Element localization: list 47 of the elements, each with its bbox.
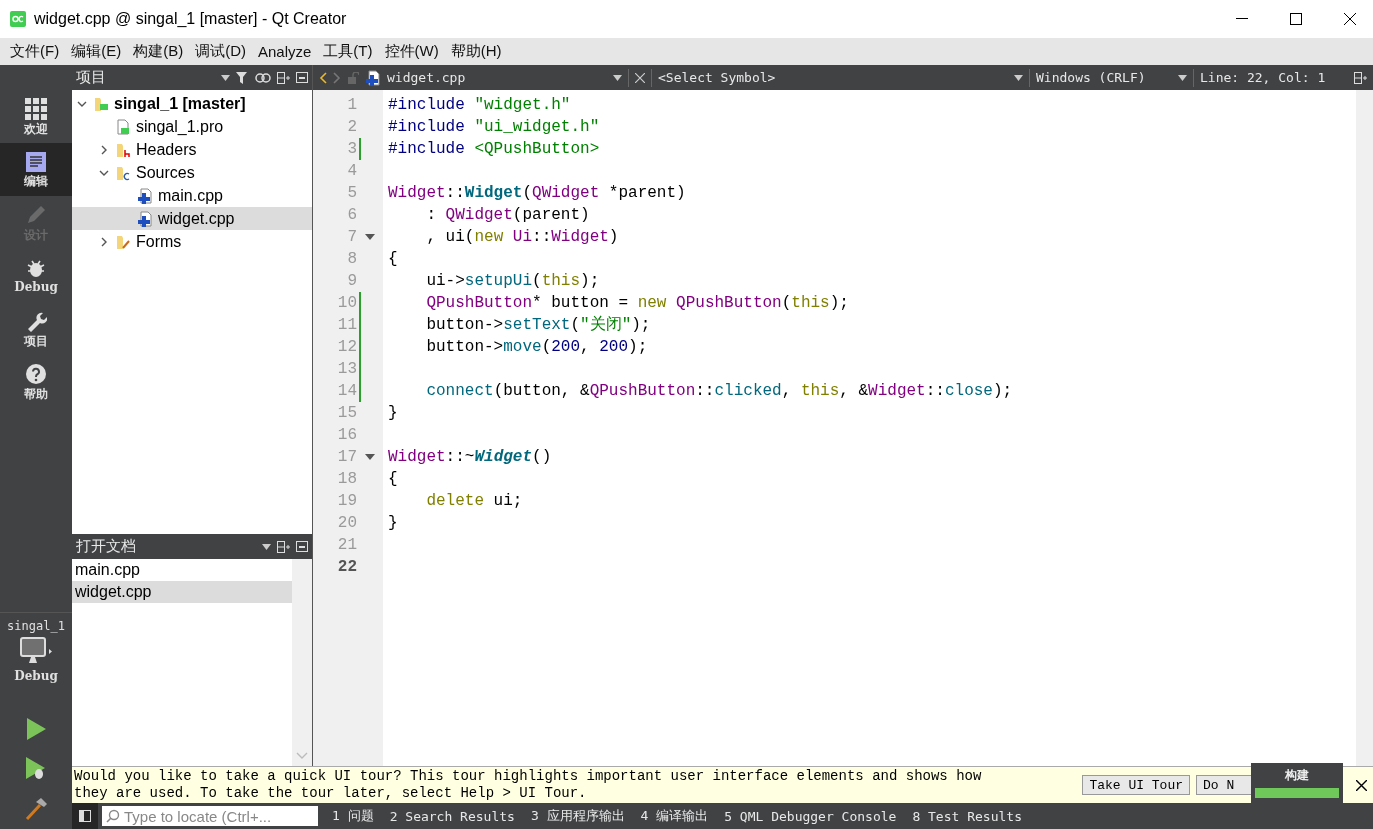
line-number: 7 (346, 228, 357, 246)
pane-title: 项目 (76, 68, 107, 87)
cursor-position: Line: 22, Col: 1 (1200, 70, 1327, 85)
code-line: delete ui; (425, 492, 523, 510)
code-line: #include "ui_widget.h" (388, 118, 600, 136)
line-number: 20 (336, 514, 357, 532)
line-number: 15 (336, 404, 357, 422)
project-name: singal_1 (7, 619, 65, 633)
tour-message: Would you like to take a quick UI tour? This tour highlights important user interface elements and shows how they are used. To take the tour later, select Help > UI Tour. (74, 768, 983, 802)
line-number: 2 (346, 118, 357, 136)
code-line: QPushButton* button = new QPushButton(this); (425, 294, 849, 312)
line-number: 16 (336, 426, 357, 444)
code-line: button->setText("关闭"); (425, 316, 651, 334)
code-line: #include "widget.h" (388, 96, 571, 114)
code-line: ui->setupUi(this); (425, 272, 600, 290)
code-line: , ui(new Ui::Widget) (425, 228, 619, 246)
line-number: 10 (336, 294, 357, 312)
line-number: 22 (336, 558, 357, 576)
line-number: 8 (346, 250, 357, 268)
pane-title: 打开文档 (76, 537, 137, 556)
line-number: 12 (336, 338, 357, 356)
line-number: 21 (336, 536, 357, 554)
line-number: 13 (336, 360, 357, 378)
window-title: widget.cpp @ singal_1 [master] - Qt Creator (34, 10, 348, 28)
line-number: 5 (346, 184, 357, 202)
code-line: { (388, 250, 398, 268)
code-line: : QWidget(parent) (425, 206, 590, 224)
popup-title: 构建 (1285, 767, 1309, 784)
code-line: { (388, 470, 398, 488)
line-number: 3 (346, 140, 357, 158)
code-line: Widget::Widget(QWidget *parent) (388, 184, 686, 202)
line-number: 14 (336, 382, 357, 400)
line-number: 4 (346, 162, 357, 180)
build-config: Debug (14, 669, 58, 683)
code-line: #include <QPushButton> (388, 140, 600, 158)
line-number: 17 (336, 448, 357, 466)
code-line: connect(button, &QPushButton::clicked, this, &Widget::close); (425, 382, 1013, 400)
code-line: } (388, 404, 398, 422)
line-number: 11 (336, 316, 357, 334)
line-number: 6 (346, 206, 357, 224)
code-line: } (388, 514, 398, 532)
line-number: 19 (336, 492, 357, 510)
line-number: 1 (346, 96, 357, 114)
line-number: 9 (346, 272, 357, 290)
code-line: Widget::~Widget() (388, 448, 552, 466)
line-number: 18 (336, 470, 357, 488)
code-line: button->move(200, 200); (425, 338, 648, 356)
